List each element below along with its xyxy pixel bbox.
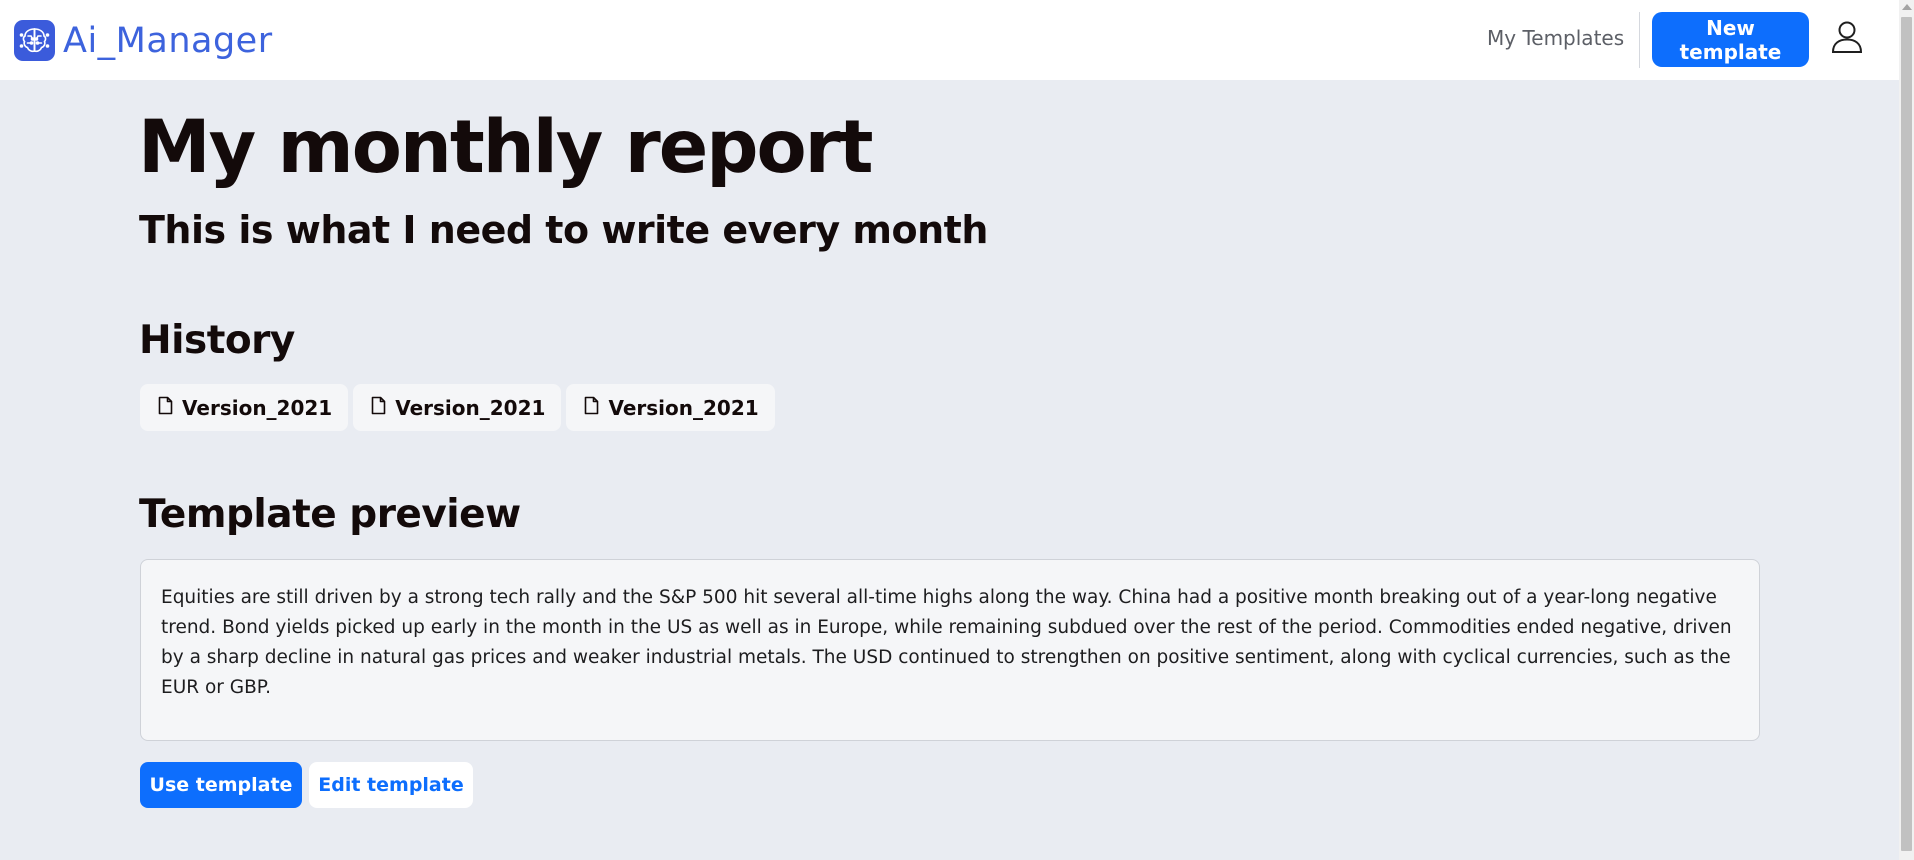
page-title: My monthly report [138,105,874,190]
brand-name: Ai_Manager [63,20,273,61]
history-item-label: Version_2021 [182,395,333,420]
history-heading: History [139,318,295,363]
new-template-button[interactable]: New template [1652,12,1809,67]
user-icon[interactable] [1830,20,1864,54]
history-item[interactable]: Version_2021 [566,384,775,431]
brand-link[interactable]: Ai_Manager [14,20,273,61]
scrollbar-thumb[interactable] [1901,17,1912,851]
scroll-up-arrow-icon[interactable] [1902,4,1912,10]
file-icon [584,396,599,420]
history-item[interactable]: Version_2021 [353,384,562,431]
nav-divider [1639,12,1640,68]
template-preview-heading: Template preview [139,492,521,537]
top-navbar: Ai_Manager My Templates New template [0,0,1899,80]
file-icon [158,396,173,420]
vertical-scrollbar[interactable] [1899,0,1914,860]
history-item-label: Version_2021 [608,395,759,420]
brain-circuit-icon [14,20,55,61]
edit-template-button[interactable]: Edit template [309,762,473,808]
template-preview-text: Equities are still driven by a strong te… [140,559,1760,741]
history-item[interactable]: Version_2021 [140,384,349,431]
history-list: Version_2021 Version_2021 Version_2021 [140,384,775,431]
my-templates-link[interactable]: My Templates [1487,26,1624,50]
file-icon [371,396,386,420]
use-template-button[interactable]: Use template [140,762,302,808]
page-subtitle: This is what I need to write every month [139,208,988,252]
history-item-label: Version_2021 [395,395,546,420]
